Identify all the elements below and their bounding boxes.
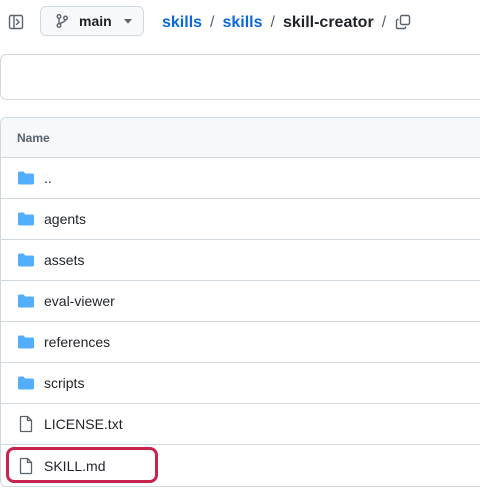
latest-commit-box [0,54,480,100]
breadcrumb-link-skills[interactable]: skills [222,14,262,32]
table-row-scripts[interactable]: scripts [1,363,480,404]
folder-icon [17,169,35,187]
git-branch-icon [54,13,70,29]
row-label[interactable]: scripts [44,375,84,391]
table-header-name: Name [1,118,480,158]
copy-icon [395,14,411,30]
file-table: Name .. agents assets eval-viewer refere… [0,117,480,487]
file-icon [17,457,35,475]
breadcrumb: skills / skills / skill-creator / [162,12,394,34]
branch-selector-button[interactable]: main [40,6,144,36]
table-row-assets[interactable]: assets [1,240,480,281]
folder-icon [17,374,35,392]
table-row-agents[interactable]: agents [1,199,480,240]
file-icon [17,415,35,433]
folder-icon [17,210,35,228]
breadcrumb-separator: / [210,14,215,31]
copy-path-button[interactable] [393,12,413,32]
row-label[interactable]: LICENSE.txt [44,416,123,432]
row-label[interactable]: agents [44,211,86,227]
row-label[interactable]: references [44,334,110,350]
row-label[interactable]: assets [44,252,84,268]
folder-icon [17,292,35,310]
triangle-down-icon [123,16,133,26]
row-label[interactable]: .. [44,170,52,186]
row-label[interactable]: eval-viewer [44,293,115,309]
table-row-parent-dir[interactable]: .. [1,158,480,199]
breadcrumb-separator: / [381,14,387,31]
table-row-references[interactable]: references [1,322,480,363]
row-label[interactable]: SKILL.md [44,458,105,474]
folder-icon [17,333,35,351]
breadcrumb-current: skill-creator [282,14,374,31]
breadcrumb-link-repo[interactable]: skills [162,14,202,32]
table-row-eval-viewer[interactable]: eval-viewer [1,281,480,322]
table-row-license[interactable]: LICENSE.txt [1,404,480,445]
table-row-skill-md[interactable]: SKILL.md [1,445,480,486]
repo-toolbar: main skills / skills / skill-creator / [0,0,480,46]
branch-name: main [79,13,112,29]
folder-icon [17,251,35,269]
breadcrumb-separator: / [270,14,275,31]
sidebar-expand-icon[interactable] [6,12,26,32]
